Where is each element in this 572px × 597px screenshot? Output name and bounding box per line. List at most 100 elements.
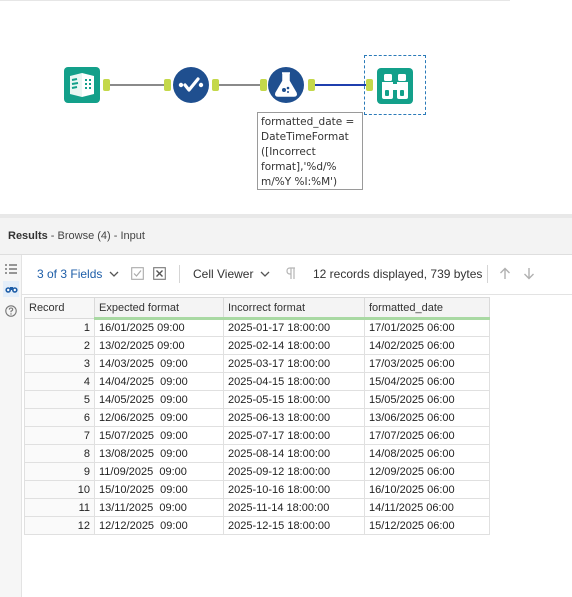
record-cell[interactable]: 12 [24, 516, 95, 535]
pilcrow-icon[interactable] [284, 266, 298, 280]
table-cell[interactable]: 12/09/2025 06:00 [364, 462, 490, 481]
table-cell[interactable]: 15/12/2025 06:00 [364, 516, 490, 535]
connection-line[interactable] [219, 84, 261, 86]
record-cell[interactable]: 9 [24, 462, 95, 481]
formula-output-anchor[interactable] [308, 79, 315, 91]
table-row[interactable]: 2 13/02/2025 09:00 2025-02-14 18:00:00 14/0… [24, 336, 490, 355]
table-cell[interactable]: 16/01/2025 09:00 [94, 318, 224, 337]
results-title: Results [8, 230, 48, 242]
table-row[interactable]: 8 13/08/2025 09:00 2025-08-14 18:00:00 14/0… [24, 444, 490, 463]
results-title-line: Results - Browse (4) - Input [8, 230, 145, 242]
table-cell[interactable]: 14/02/2025 06:00 [364, 336, 490, 355]
workflow-canvas[interactable]: formatted_date = DateTimeFormat ([Incorr… [0, 0, 572, 214]
record-cell[interactable]: 1 [24, 318, 95, 337]
checkbox-icon[interactable] [130, 266, 144, 280]
record-cell[interactable]: 4 [24, 372, 95, 391]
table-cell[interactable]: 2025-03-17 18:00:00 [223, 354, 365, 373]
cell-viewer-dropdown[interactable]: Cell Viewer [193, 267, 270, 281]
table-cell[interactable]: 11/09/2025 09:00 [94, 462, 224, 481]
select-tool[interactable] [172, 66, 210, 104]
table-cell[interactable]: 13/02/2025 09:00 [94, 336, 224, 355]
connection-line[interactable] [110, 84, 165, 86]
input-data-tool[interactable] [63, 66, 101, 104]
table-row[interactable]: 7 15/07/2025 09:00 2025-07-17 18:00:00 17/0… [24, 426, 490, 445]
formula-annotation[interactable]: formatted_date = DateTimeFormat ([Incorr… [257, 112, 363, 190]
table-header-row: Record Expected format Incorrect format … [24, 297, 490, 320]
select-input-anchor[interactable] [164, 79, 171, 91]
table-row[interactable]: 4 14/04/2025 09:00 2025-04-15 18:00:00 15/0… [24, 372, 490, 391]
browse-tool[interactable] [376, 67, 414, 105]
table-cell[interactable]: 14/05/2025 09:00 [94, 390, 224, 409]
select-icon [173, 67, 209, 103]
record-cell[interactable]: 3 [24, 354, 95, 373]
table-cell[interactable]: 17/07/2025 06:00 [364, 426, 490, 445]
table-row[interactable]: 3 14/03/2025 09:00 2025-03-17 18:00:00 17/0… [24, 354, 490, 373]
results-toolbar: 3 of 3 Fields Cell Viewer 12 records dis… [22, 255, 572, 295]
input-output-anchor[interactable] [103, 79, 110, 91]
table-cell[interactable]: 12/06/2025 09:00 [94, 408, 224, 427]
table-row[interactable]: 11 13/11/2025 09:00 2025-11-14 18:00:00 14/… [24, 498, 490, 517]
selected-connection-line[interactable] [315, 84, 367, 86]
results-table: Record Expected format Incorrect format … [24, 297, 490, 535]
table-cell[interactable]: 14/03/2025 09:00 [94, 354, 224, 373]
table-row[interactable]: 10 15/10/2025 09:00 2025-10-16 18:00:00 16/… [24, 480, 490, 499]
column-header-record[interactable]: Record [24, 297, 95, 319]
table-cell[interactable]: 2025-09-12 18:00:00 [223, 462, 365, 481]
table-cell[interactable]: 13/11/2025 09:00 [94, 498, 224, 517]
table-row[interactable]: 5 14/05/2025 09:00 2025-05-15 18:00:00 15/0… [24, 390, 490, 409]
table-cell[interactable]: 14/04/2025 09:00 [94, 372, 224, 391]
record-cell[interactable]: 5 [24, 390, 95, 409]
table-cell[interactable]: 15/04/2025 06:00 [364, 372, 490, 391]
table-cell[interactable]: 2025-12-15 18:00:00 [223, 516, 365, 535]
table-cell[interactable]: 16/10/2025 06:00 [364, 480, 490, 499]
record-cell[interactable]: 2 [24, 336, 95, 355]
table-cell[interactable]: 2025-11-14 18:00:00 [223, 498, 365, 517]
table-cell[interactable]: 2025-07-17 18:00:00 [223, 426, 365, 445]
column-header-expected-format[interactable]: Expected format [94, 297, 224, 320]
clear-box-icon[interactable] [152, 266, 166, 280]
record-cell[interactable]: 7 [24, 426, 95, 445]
table-cell[interactable]: 15/07/2025 09:00 [94, 426, 224, 445]
help-icon[interactable] [3, 303, 19, 319]
table-row[interactable]: 1 16/01/2025 09:00 2025-01-17 18:00:00 17/0… [24, 318, 490, 337]
record-cell[interactable]: 6 [24, 408, 95, 427]
arrow-down-icon[interactable] [522, 266, 536, 280]
table-cell[interactable]: 17/03/2025 06:00 [364, 354, 490, 373]
formula-tool[interactable] [267, 66, 305, 104]
table-cell[interactable]: 13/08/2025 09:00 [94, 444, 224, 463]
table-cell[interactable]: 2025-02-14 18:00:00 [223, 336, 365, 355]
table-cell[interactable]: 2025-10-16 18:00:00 [223, 480, 365, 499]
table-cell[interactable]: 17/01/2025 06:00 [364, 318, 490, 337]
table-cell[interactable]: 2025-05-15 18:00:00 [223, 390, 365, 409]
fields-label: 3 of 3 Fields [37, 267, 103, 281]
table-cell[interactable]: 15/10/2025 09:00 [94, 480, 224, 499]
table-cell[interactable]: 12/12/2025 09:00 [94, 516, 224, 535]
column-header-formatted-date[interactable]: formatted_date [364, 297, 490, 320]
column-header-incorrect-format[interactable]: Incorrect format [223, 297, 365, 320]
table-cell[interactable]: 15/05/2025 06:00 [364, 390, 490, 409]
binoculars-icon[interactable] [3, 281, 19, 297]
record-cell[interactable]: 10 [24, 480, 95, 499]
cell-viewer-label: Cell Viewer [193, 267, 254, 281]
browse-icon [377, 68, 413, 104]
arrow-up-icon[interactable] [498, 266, 512, 280]
chevron-down-icon [109, 271, 119, 277]
table-cell[interactable]: 14/11/2025 06:00 [364, 498, 490, 517]
table-cell[interactable]: 2025-04-15 18:00:00 [223, 372, 365, 391]
chevron-down-icon [261, 271, 270, 277]
table-cell[interactable]: 2025-08-14 18:00:00 [223, 444, 365, 463]
record-cell[interactable]: 11 [24, 498, 95, 517]
formula-input-anchor[interactable] [260, 79, 267, 91]
table-cell[interactable]: 14/08/2025 06:00 [364, 444, 490, 463]
table-cell[interactable]: 2025-06-13 18:00:00 [223, 408, 365, 427]
record-cell[interactable]: 8 [24, 444, 95, 463]
table-row[interactable]: 12 12/12/2025 09:00 2025-12-15 18:00:00 15/… [24, 516, 490, 535]
table-cell[interactable]: 2025-01-17 18:00:00 [223, 318, 365, 337]
select-output-anchor[interactable] [212, 79, 219, 91]
table-row[interactable]: 6 12/06/2025 09:00 2025-06-13 18:00:00 13/0… [24, 408, 490, 427]
fields-dropdown[interactable]: 3 of 3 Fields [37, 267, 119, 281]
list-icon[interactable] [3, 261, 19, 277]
table-row[interactable]: 9 11/09/2025 09:00 2025-09-12 18:00:00 12/0… [24, 462, 490, 481]
results-subtitle: - Browse (4) - Input [47, 230, 145, 242]
table-cell[interactable]: 13/06/2025 06:00 [364, 408, 490, 427]
